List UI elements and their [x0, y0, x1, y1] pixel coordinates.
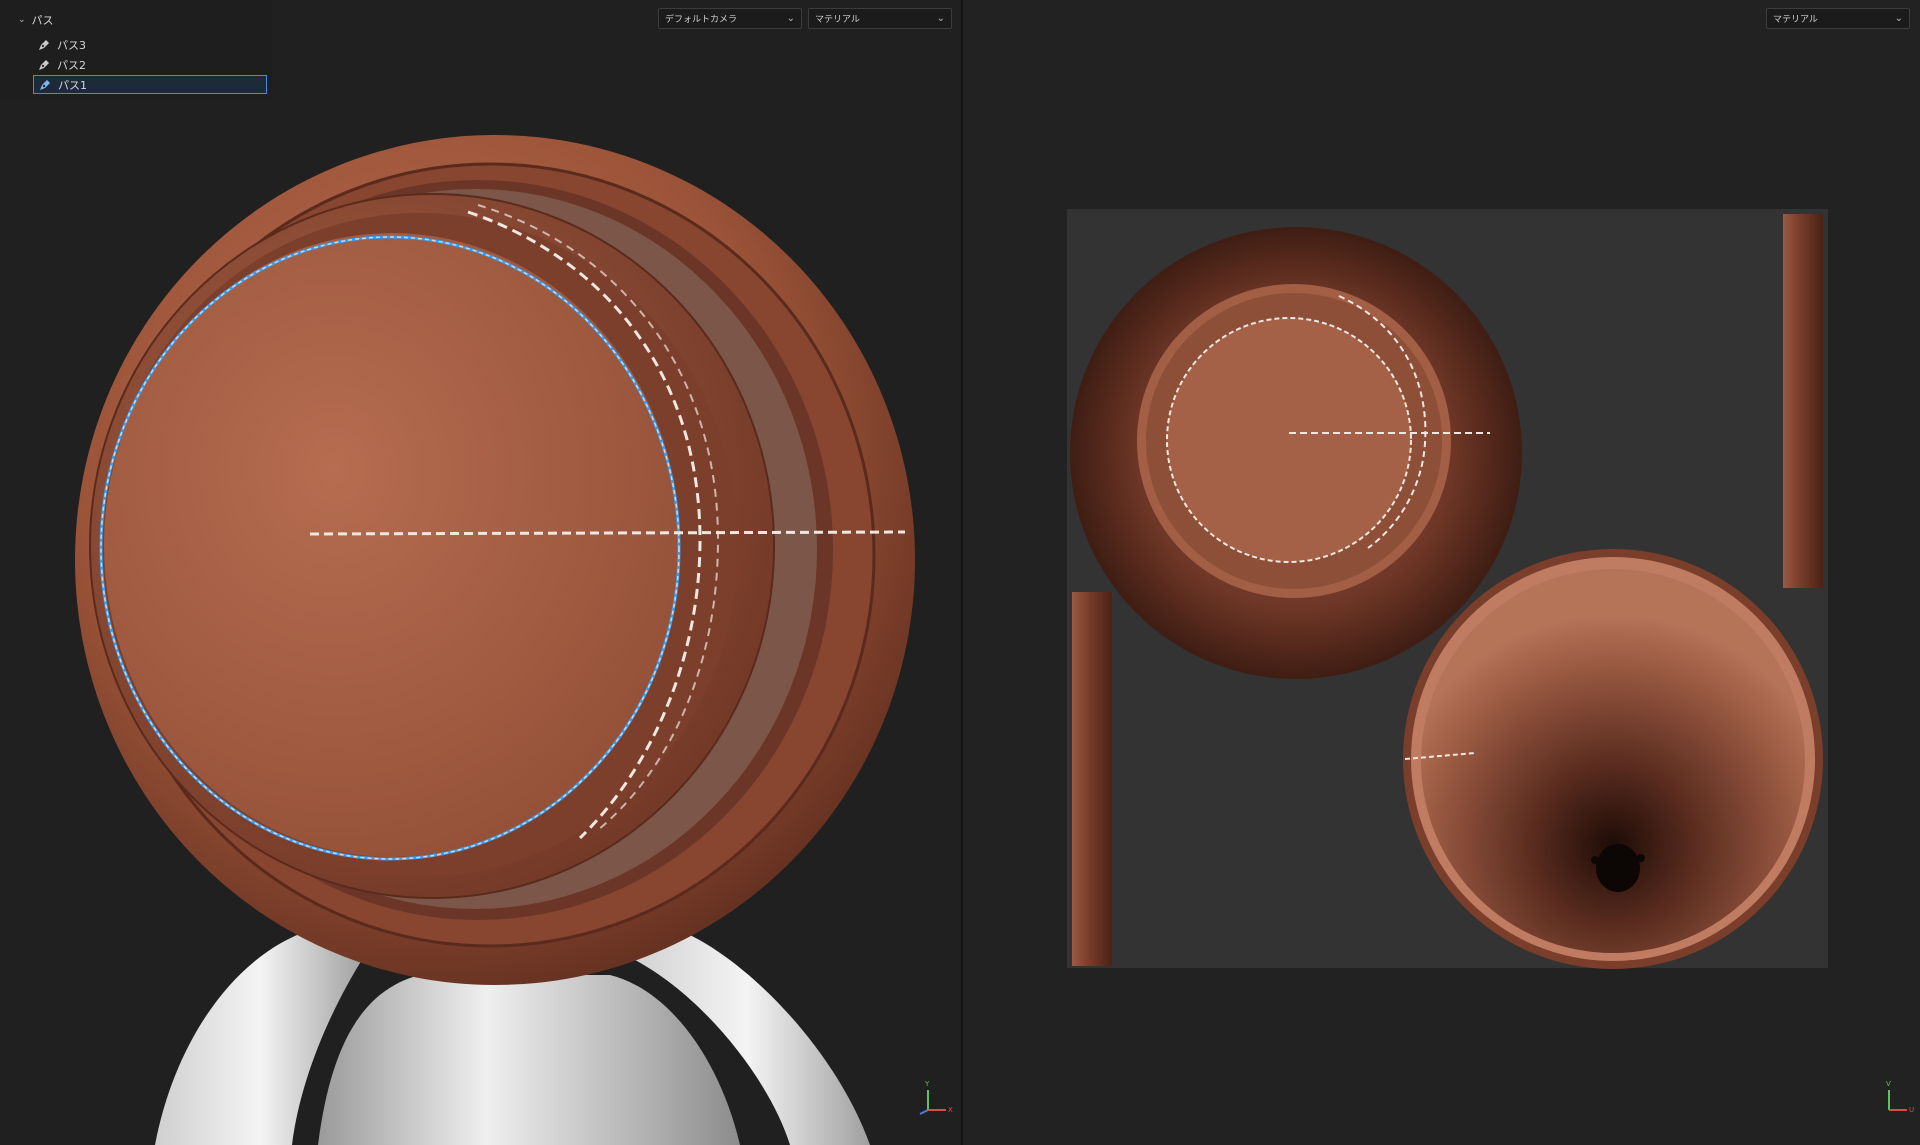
path-item-label: パス3 — [57, 38, 86, 52]
shading-select-value: マテリアル — [1773, 15, 1818, 25]
axis-icon — [919, 1090, 946, 1115]
path-item-label: パス2 — [57, 58, 86, 72]
path-item-1[interactable]: パス1 — [33, 75, 267, 94]
pen-tool-icon — [40, 79, 50, 90]
shading-select-uv[interactable]: マテリアル ⌄ — [1766, 8, 1910, 29]
axis-v-label: V — [1886, 1080, 1891, 1088]
pen-tool-icon — [39, 59, 49, 70]
axis-y-label: Y — [925, 1080, 930, 1088]
chevron-down-icon: ⌄ — [1894, 13, 1903, 24]
axis-gizmo-uv: V U — [1873, 1078, 1917, 1122]
camera-select-value: デフォルトカメラ — [665, 15, 738, 25]
uv-strip-right[interactable] — [1783, 214, 1823, 588]
chevron-down-icon: ⌄ — [936, 13, 945, 24]
stitch-horizontal — [309, 530, 906, 536]
shading-select-value: マテリアル — [815, 15, 860, 25]
shading-select-3d[interactable]: マテリアル ⌄ — [808, 8, 952, 29]
uv-texture-view[interactable] — [963, 0, 1920, 1145]
chevron-down-icon[interactable]: ⌄ — [18, 15, 26, 25]
uv-island-back[interactable] — [1403, 549, 1823, 969]
outliner-header-label: パス — [31, 14, 54, 27]
axis-icon — [1888, 1090, 1907, 1111]
camera-select[interactable]: デフォルトカメラ ⌄ — [658, 8, 802, 29]
path-item-2[interactable]: パス2 — [33, 55, 267, 74]
axis-x-label: X — [948, 1106, 953, 1114]
viewport-3d[interactable]: ⌄ パス パス3 パス2 パス1 デフォルトカメラ ⌄ マテリアル ⌄ Y X — [0, 0, 961, 1145]
axis-gizmo-3d: Y X — [912, 1078, 956, 1122]
path-outliner: ⌄ パス パス3 パス2 パス1 — [0, 0, 272, 100]
path-item-label: パス1 — [58, 78, 87, 92]
uv-strip-left[interactable] — [1072, 592, 1112, 966]
outliner-header[interactable]: ⌄ パス — [18, 12, 54, 28]
viewport-uv[interactable]: マテリアル ⌄ V U — [963, 0, 1920, 1145]
path-item-3[interactable]: パス3 — [33, 35, 267, 54]
axis-u-label: U — [1909, 1106, 1915, 1114]
leather-head-mesh[interactable] — [75, 135, 915, 985]
chevron-down-icon: ⌄ — [786, 13, 795, 24]
pen-tool-icon — [39, 39, 49, 50]
uv-island-front[interactable] — [1070, 227, 1522, 679]
viewport-3d-scene[interactable] — [0, 0, 961, 1145]
